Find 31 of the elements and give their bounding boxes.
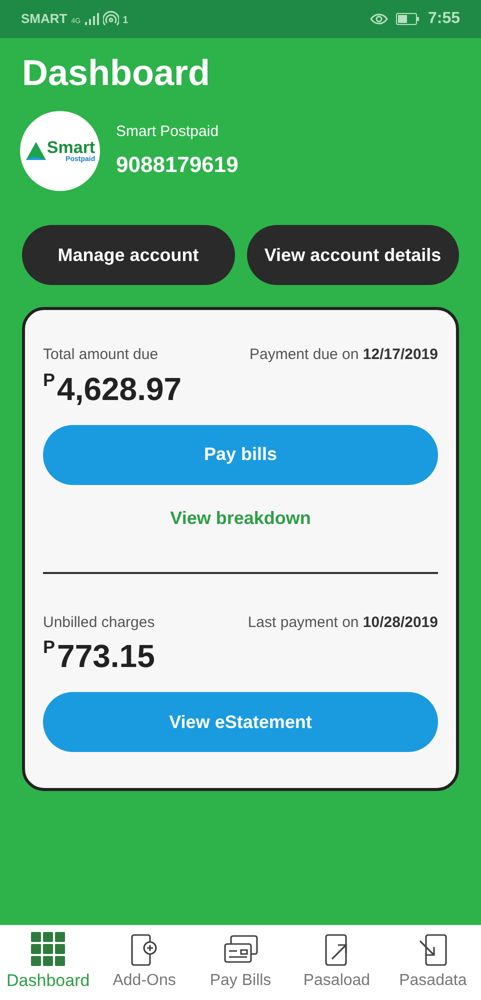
battery-icon xyxy=(396,13,420,25)
amount-value: 773.15 xyxy=(57,640,155,672)
account-button[interactable]: Manage account xyxy=(22,225,234,285)
logo-word: Smart xyxy=(46,139,96,156)
mountain-icon xyxy=(24,141,47,161)
date-text: Payment due on 12/17/2019 xyxy=(250,345,438,365)
view-statement-button[interactable]: View eStatement xyxy=(43,692,438,752)
amount-label: Total amount due xyxy=(43,345,158,365)
hotspot-count: 1 xyxy=(122,14,128,28)
pay-bills-button[interactable]: Pay bills xyxy=(43,424,438,484)
account-number: 9088179619 xyxy=(116,150,238,179)
amount-label: Unbilled charges xyxy=(43,612,155,632)
carrier-name: SMART xyxy=(21,10,68,28)
currency-symbol: P xyxy=(43,370,56,388)
page-title: Dashboard xyxy=(22,51,212,95)
amount-value: 4,628.97 xyxy=(57,372,182,404)
account-button[interactable]: View account details xyxy=(246,225,459,285)
nav-tab[interactable]: Pasadata xyxy=(384,925,481,1000)
date-text: Last payment on 10/28/2019 xyxy=(248,612,438,632)
nav-tab[interactable]: Add-Ons xyxy=(96,925,192,1000)
clock-time: 7:55 xyxy=(428,9,460,29)
nav-tab[interactable]: Dashboard xyxy=(0,925,96,1000)
eye-icon xyxy=(370,13,388,25)
nav-tab[interactable]: Pasaload xyxy=(288,925,385,1000)
view-breakdown-link[interactable]: View breakdown xyxy=(170,504,311,532)
nav-tab[interactable]: Pay Bills xyxy=(192,925,289,1000)
plan-name: Smart Postpaid xyxy=(116,122,220,142)
currency-symbol: P xyxy=(43,638,56,656)
grid-icon xyxy=(31,932,66,966)
hotspot-icon xyxy=(102,11,119,27)
signal-icon xyxy=(84,13,99,25)
